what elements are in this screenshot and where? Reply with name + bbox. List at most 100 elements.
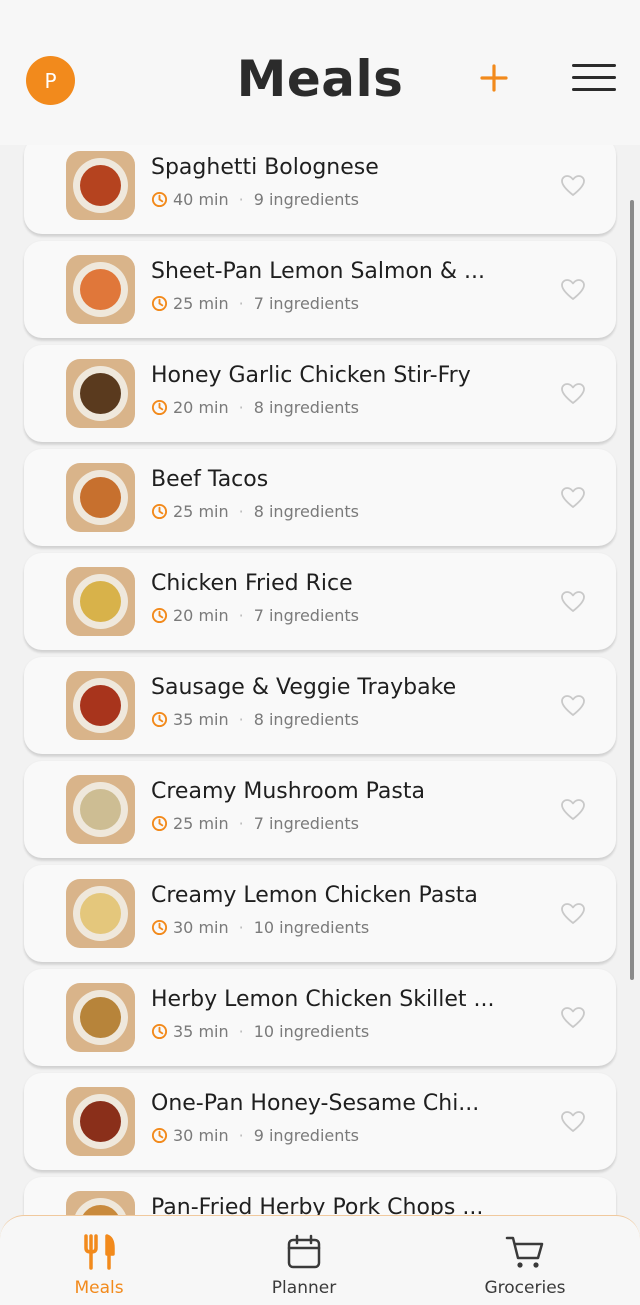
fork-knife-icon	[84, 1234, 115, 1270]
meal-name: Pan-Fried Herby Pork Chops ...	[151, 1195, 484, 1215]
meal-meta: 20 min · 8 ingredients	[151, 398, 359, 417]
separator-dot: ·	[238, 710, 244, 729]
meal-name: Sausage & Veggie Traybake	[151, 675, 457, 700]
clock-icon	[151, 607, 168, 624]
header: P Meals	[0, 0, 640, 145]
meal-ingredients: 8 ingredients	[253, 398, 359, 417]
meal-thumbnail	[66, 151, 135, 220]
separator-dot: ·	[238, 190, 244, 209]
bottom-nav: Meals Planner Groceries	[0, 1215, 640, 1305]
meal-ingredients: 10 ingredients	[253, 918, 370, 937]
meal-meta: 25 min · 8 ingredients	[151, 502, 359, 521]
meal-name: Herby Lemon Chicken Skillet ...	[151, 987, 495, 1012]
separator-dot: ·	[238, 606, 244, 625]
clock-icon	[151, 503, 168, 520]
meal-ingredients: 7 ingredients	[253, 814, 359, 833]
meal-ingredients: 7 ingredients	[253, 606, 359, 625]
heart-icon[interactable]	[560, 382, 586, 406]
meal-thumbnail	[66, 983, 135, 1052]
meal-ingredients: 10 ingredients	[253, 1022, 370, 1041]
meal-card[interactable]: One-Pan Honey-Sesame Chi... 30 min · 9 i…	[24, 1073, 616, 1170]
meal-name: One-Pan Honey-Sesame Chi...	[151, 1091, 480, 1116]
clock-icon	[151, 711, 168, 728]
meal-card[interactable]: Creamy Lemon Chicken Pasta 30 min · 10 i…	[24, 865, 616, 962]
meal-ingredients: 8 ingredients	[253, 710, 359, 729]
meal-time: 30 min	[173, 1126, 229, 1145]
meal-time: 40 min	[173, 190, 229, 209]
hamburger-menu-icon[interactable]	[572, 64, 616, 96]
nav-planner[interactable]: Planner	[234, 1234, 374, 1298]
calendar-icon	[287, 1234, 321, 1269]
meal-name: Sheet-Pan Lemon Salmon & ...	[151, 259, 485, 284]
plus-icon	[480, 64, 508, 92]
nav-label: Groceries	[484, 1278, 566, 1298]
meal-time: 20 min	[173, 606, 229, 625]
meal-card[interactable]: Herby Lemon Chicken Skillet ... 35 min ·…	[24, 969, 616, 1066]
heart-icon[interactable]	[560, 174, 586, 198]
heart-icon[interactable]	[560, 1110, 586, 1134]
clock-icon	[151, 399, 168, 416]
meal-time: 25 min	[173, 502, 229, 521]
meal-card[interactable]: Beef Tacos 25 min · 8 ingredients	[24, 449, 616, 546]
meal-meta: 25 min · 7 ingredients	[151, 294, 359, 313]
meals-screen: P Meals Spaghetti Bolognese 40 min · 9 i…	[0, 0, 640, 1305]
heart-icon[interactable]	[560, 278, 586, 302]
meal-thumbnail	[66, 879, 135, 948]
meal-thumbnail	[66, 359, 135, 428]
scrollbar[interactable]	[630, 200, 634, 980]
meal-meta: 25 min · 7 ingredients	[151, 814, 359, 833]
add-meal-button[interactable]	[476, 60, 512, 96]
meal-thumbnail	[66, 463, 135, 532]
meal-thumbnail	[66, 775, 135, 844]
heart-icon[interactable]	[560, 694, 586, 718]
meal-thumbnail	[66, 1087, 135, 1156]
meal-thumbnail	[66, 255, 135, 324]
nav-label: Planner	[271, 1278, 337, 1298]
meal-name: Spaghetti Bolognese	[151, 155, 379, 180]
meal-time: 25 min	[173, 294, 229, 313]
clock-icon	[151, 295, 168, 312]
meal-card[interactable]: Spaghetti Bolognese 40 min · 9 ingredien…	[24, 145, 616, 234]
meal-meta: 35 min · 10 ingredients	[151, 1022, 369, 1041]
meal-card[interactable]: Pan-Fried Herby Pork Chops ... ·	[24, 1177, 616, 1215]
cart-icon	[505, 1236, 544, 1268]
separator-dot: ·	[238, 1022, 244, 1041]
nav-groceries[interactable]: Groceries	[455, 1234, 595, 1298]
meal-meta: 30 min · 9 ingredients	[151, 1126, 359, 1145]
clock-icon	[151, 919, 168, 936]
meal-ingredients: 9 ingredients	[253, 190, 359, 209]
meal-list[interactable]: Spaghetti Bolognese 40 min · 9 ingredien…	[0, 145, 640, 1215]
meal-name: Creamy Mushroom Pasta	[151, 779, 425, 804]
meal-card[interactable]: Sausage & Veggie Traybake 35 min · 8 ing…	[24, 657, 616, 754]
meal-card[interactable]: Honey Garlic Chicken Stir-Fry 20 min · 8…	[24, 345, 616, 442]
nav-label: Meals	[74, 1278, 124, 1298]
meal-card[interactable]: Sheet-Pan Lemon Salmon & ... 25 min · 7 …	[24, 241, 616, 338]
clock-icon	[151, 1127, 168, 1144]
heart-icon[interactable]	[560, 486, 586, 510]
separator-dot: ·	[238, 1126, 244, 1145]
clock-icon	[151, 815, 168, 832]
separator-dot: ·	[238, 814, 244, 833]
meal-time: 35 min	[173, 1022, 229, 1041]
meal-meta: 35 min · 8 ingredients	[151, 710, 359, 729]
heart-icon[interactable]	[560, 1006, 586, 1030]
meal-card[interactable]: Chicken Fried Rice 20 min · 7 ingredient…	[24, 553, 616, 650]
clock-icon	[151, 191, 168, 208]
meal-card[interactable]: Creamy Mushroom Pasta 25 min · 7 ingredi…	[24, 761, 616, 858]
nav-meals[interactable]: Meals	[29, 1234, 169, 1298]
separator-dot: ·	[238, 502, 244, 521]
clock-icon	[151, 1023, 168, 1040]
meal-ingredients: 7 ingredients	[253, 294, 359, 313]
meal-name: Creamy Lemon Chicken Pasta	[151, 883, 478, 908]
meal-meta: 40 min · 9 ingredients	[151, 190, 359, 209]
heart-icon[interactable]	[560, 798, 586, 822]
meal-thumbnail	[66, 567, 135, 636]
heart-icon[interactable]	[560, 590, 586, 614]
meal-time: 30 min	[173, 918, 229, 937]
heart-icon[interactable]	[560, 902, 586, 926]
meal-time: 25 min	[173, 814, 229, 833]
separator-dot: ·	[238, 398, 244, 417]
separator-dot: ·	[238, 918, 244, 937]
meal-meta: 30 min · 10 ingredients	[151, 918, 369, 937]
meal-time: 20 min	[173, 398, 229, 417]
